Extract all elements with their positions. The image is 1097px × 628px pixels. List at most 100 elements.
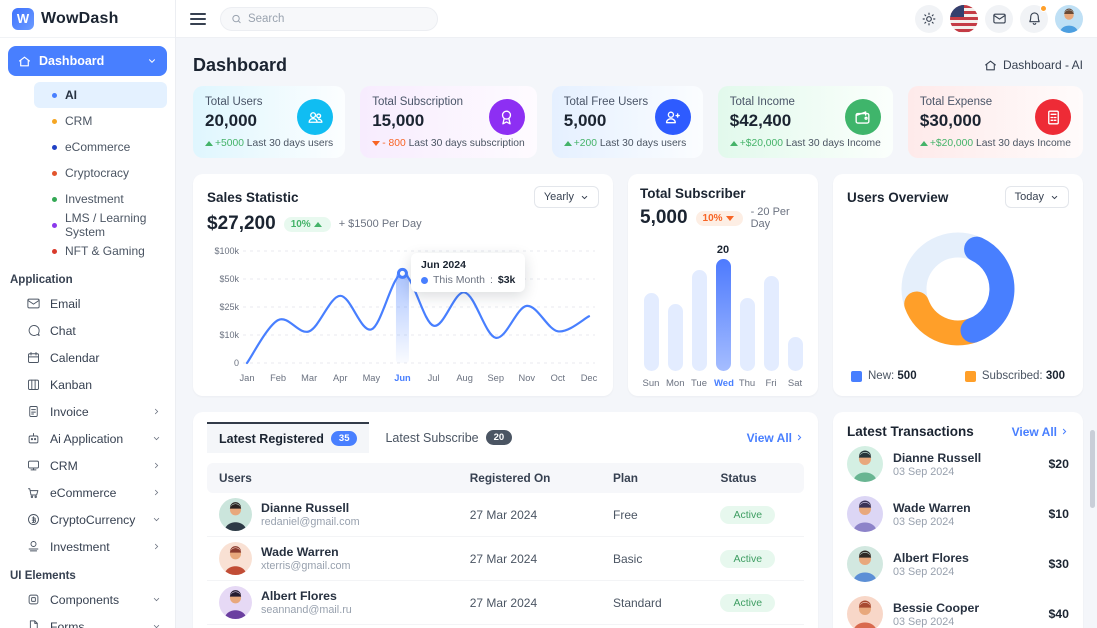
bullet-dot: [52, 119, 57, 124]
users-overview-period-select[interactable]: Today: [1005, 186, 1069, 208]
sidebar-item-label: Email: [50, 297, 161, 311]
sidebar-subitem-crm[interactable]: CRM: [34, 108, 167, 134]
view-all-link[interactable]: View All: [1012, 425, 1069, 439]
view-all-link[interactable]: View All: [747, 431, 804, 445]
table-row: Wade Warren xterris@gmail.com 27 Mar 202…: [207, 537, 804, 581]
sidebar-subitem-cryptocracy[interactable]: Cryptocracy: [34, 160, 167, 186]
sidebar-item-ecommerce[interactable]: eCommerce: [8, 479, 167, 506]
breadcrumb[interactable]: Dashboard - AI: [984, 58, 1083, 72]
sidebar-item-label: Investment: [50, 540, 143, 554]
select-value: Today: [1015, 191, 1044, 203]
logo[interactable]: W WowDash: [0, 0, 175, 38]
sidebar-item-email[interactable]: Email: [8, 290, 167, 317]
sidebar: W WowDash Dashboard AICRMeCommerceCrypto…: [0, 0, 176, 628]
bar-chart-labels: SunMonTueWedThuFriSat: [640, 378, 806, 389]
sidebar-item-cryptocurrency[interactable]: CryptoCurrency: [8, 506, 167, 533]
language-selector[interactable]: [950, 5, 978, 33]
users-donut-chart: [847, 208, 1069, 370]
bell-icon: [1027, 11, 1042, 26]
bar-rect: [764, 276, 779, 371]
bar-category-label: Thu: [738, 378, 756, 389]
sidebar-item-components[interactable]: Components: [8, 586, 167, 613]
svg-text:$100k: $100k: [214, 246, 239, 256]
sidebar-subitem-label: Investment: [65, 192, 124, 206]
sidebar-subitem-nft-gaming[interactable]: NFT & Gaming: [34, 238, 167, 264]
sales-title: Sales Statistic: [207, 190, 299, 205]
sidebar-item-label: Ai Application: [50, 432, 143, 446]
messages-button[interactable]: [985, 5, 1013, 33]
home-icon: [984, 59, 997, 72]
app-name: WowDash: [41, 10, 119, 28]
tab-label: Latest Subscribe: [385, 431, 478, 445]
chevron-right-icon: [152, 407, 161, 416]
legend-label: New: 500: [868, 370, 917, 382]
sidebar-subitem-label: eCommerce: [65, 140, 130, 154]
sales-period-select[interactable]: Yearly: [534, 186, 599, 208]
trend-arrow-icon: [730, 141, 738, 146]
bar-category-label: Fri: [762, 378, 780, 389]
table-row: Dianne Russell redaniel@gmail.com 27 Mar…: [207, 493, 804, 537]
tab-latest-registered[interactable]: Latest Registered 35: [207, 422, 369, 453]
sidebar-item-label: Kanban: [50, 378, 161, 392]
sidebar-item-label: Invoice: [50, 405, 143, 419]
sidebar-subitem-label: LMS / Learning System: [65, 211, 167, 239]
bar-rect: [692, 270, 707, 371]
users-group-icon: [306, 108, 325, 127]
subscriber-bar-chart: 20: [640, 238, 806, 371]
transaction-amount: $20: [1048, 457, 1069, 471]
sidebar-item-crm[interactable]: CRM: [8, 452, 167, 479]
stat-card-total-subscription: Total Subscription 15,000 - 800 Last 30 …: [360, 86, 537, 158]
stat-card-total-expense: Total Expense $30,000 +$20,000 Last 30 d…: [908, 86, 1083, 158]
sidebar-toggle-button[interactable]: [190, 13, 206, 25]
sidebar-subitem-lms-learning-system[interactable]: LMS / Learning System: [34, 212, 167, 238]
bar-category-label: Mon: [666, 378, 684, 389]
sidebar-item-invoice[interactable]: Invoice: [8, 398, 167, 425]
sidebar-subitem-label: CRM: [65, 114, 92, 128]
avatar-image: [847, 596, 883, 628]
sidebar-item-chat[interactable]: Chat: [8, 317, 167, 344]
scrollbar-thumb[interactable]: [1090, 430, 1095, 508]
sidebar-item-forms[interactable]: Forms: [8, 613, 167, 628]
chevron-right-icon: [152, 488, 161, 497]
ecommerce-icon: [26, 485, 41, 500]
search-bar[interactable]: [220, 7, 438, 31]
donut-legend: New: 500 Subscribed: 300: [847, 370, 1069, 384]
sidebar-item-investment[interactable]: Investment: [8, 533, 167, 560]
tabs-row: Latest Registered 35Latest Subscribe 20 …: [207, 422, 804, 453]
stat-card-total-income: Total Income $42,400 +$20,000 Last 30 da…: [718, 86, 893, 158]
wallet-icon: [853, 108, 872, 127]
svg-text:Jan: Jan: [240, 373, 255, 383]
theme-toggle-button[interactable]: [915, 5, 943, 33]
notifications-button[interactable]: [1020, 5, 1048, 33]
chevron-right-icon: [152, 461, 161, 470]
sales-badge: 10%: [284, 217, 331, 232]
chevron-right-icon: [795, 433, 804, 442]
transaction-amount: $30: [1048, 557, 1069, 571]
sidebar-item-kanban[interactable]: Kanban: [8, 371, 167, 398]
user-avatar[interactable]: [1055, 5, 1083, 33]
sidebar-subitem-ai[interactable]: AI: [34, 82, 167, 108]
transaction-name: Wade Warren: [893, 501, 971, 515]
highlight-band: [396, 273, 409, 363]
sidebar-item-dashboard[interactable]: Dashboard: [8, 46, 167, 76]
plan: Free: [601, 493, 708, 537]
legend-item-subscribed: Subscribed: 300: [965, 370, 1065, 382]
sidebar-subitem-ecommerce[interactable]: eCommerce: [34, 134, 167, 160]
svg-text:Sep: Sep: [487, 373, 504, 383]
user-email: xterris@gmail.com: [261, 560, 351, 572]
registered-users-table: Users Registered On Plan Status Dianne R…: [207, 463, 804, 628]
transaction-name: Dianne Russell: [893, 451, 981, 465]
search-input[interactable]: [248, 13, 427, 25]
tab-badge: 35: [331, 431, 358, 446]
sidebar-item-ai-application[interactable]: Ai Application: [8, 425, 167, 452]
sales-line-chart: 0$10k$25k$50k$100k JanFebMarAprMayJunJul…: [207, 241, 599, 389]
breadcrumb-label: Dashboard - AI: [1003, 58, 1083, 72]
col-users: Users: [207, 463, 458, 493]
user-name: Dianne Russell: [261, 501, 360, 515]
sidebar-item-label: Components: [50, 593, 143, 607]
sidebar-subitem-investment[interactable]: Investment: [34, 186, 167, 212]
sidebar-item-calendar[interactable]: Calendar: [8, 344, 167, 371]
user-email: redaniel@gmail.com: [261, 516, 360, 528]
tab-latest-subscribe[interactable]: Latest Subscribe 20: [373, 423, 524, 452]
transaction-name: Bessie Cooper: [893, 601, 979, 615]
